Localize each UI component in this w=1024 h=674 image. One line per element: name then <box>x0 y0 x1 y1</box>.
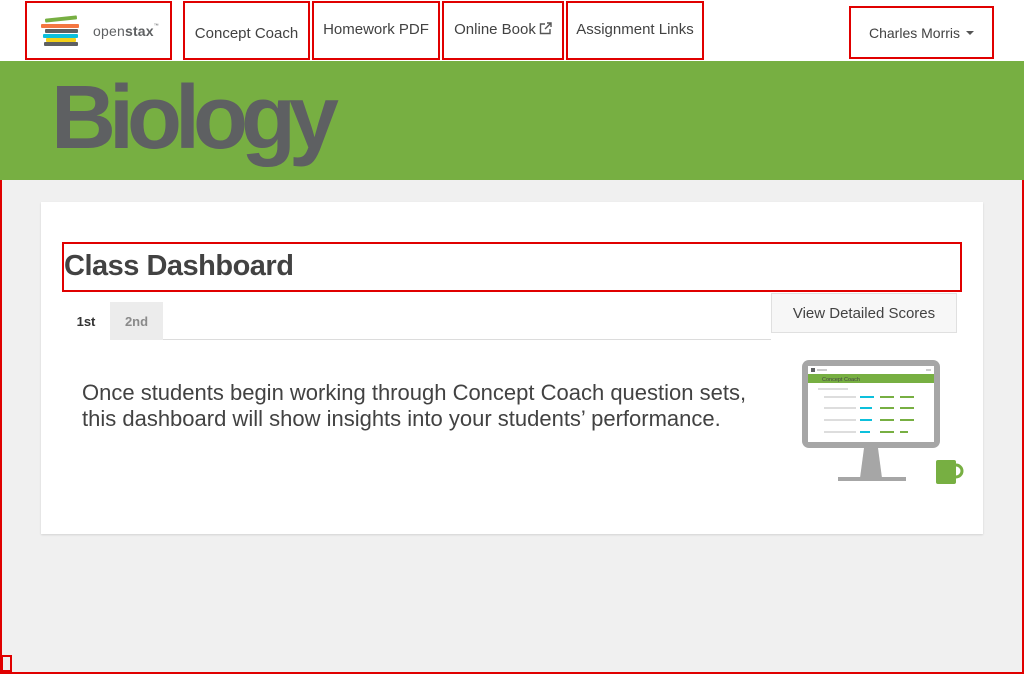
nav-homework-pdf[interactable]: Homework PDF <box>312 1 440 60</box>
external-link-icon <box>539 22 552 35</box>
openstax-books-logo-icon <box>41 14 89 46</box>
course-title: Biology <box>51 68 339 168</box>
nav-assignment-links-label: Assignment Links <box>576 21 694 38</box>
tabs-divider <box>62 339 771 340</box>
monitor-and-mug-illustration: Concept Coach <box>802 360 964 484</box>
mug-icon <box>936 460 964 484</box>
user-menu-dropdown[interactable]: Charles Morris <box>849 6 994 59</box>
openstax-logo-link[interactable]: openstax™ <box>25 1 172 60</box>
page-title: Class Dashboard <box>64 250 294 282</box>
corner-marker <box>1 655 12 672</box>
nav-homework-pdf-label: Homework PDF <box>323 21 429 38</box>
caret-down-icon <box>966 30 974 35</box>
tab-2nd-period[interactable]: 2nd <box>110 302 163 340</box>
nav-online-book-label: Online Book <box>454 21 552 38</box>
illustration-screen-title: Concept Coach <box>822 377 860 383</box>
nav-online-book[interactable]: Online Book <box>442 1 564 60</box>
user-menu-label: Charles Morris <box>868 24 960 41</box>
course-banner: Biology <box>0 61 1024 180</box>
view-detailed-scores-button[interactable]: View Detailed Scores <box>771 293 957 333</box>
tab-1st-period[interactable]: 1st <box>62 302 110 340</box>
nav-concept-coach-label: Concept Coach <box>194 25 299 42</box>
nav-concept-coach[interactable]: Concept Coach <box>183 1 310 60</box>
top-navbar: openstax™ Concept Coach Homework PDF Onl… <box>0 0 1024 61</box>
empty-state-message: Once students begin working through Conc… <box>82 380 747 431</box>
openstax-wordmark: openstax™ <box>93 22 159 39</box>
nav-assignment-links[interactable]: Assignment Links <box>566 1 704 60</box>
